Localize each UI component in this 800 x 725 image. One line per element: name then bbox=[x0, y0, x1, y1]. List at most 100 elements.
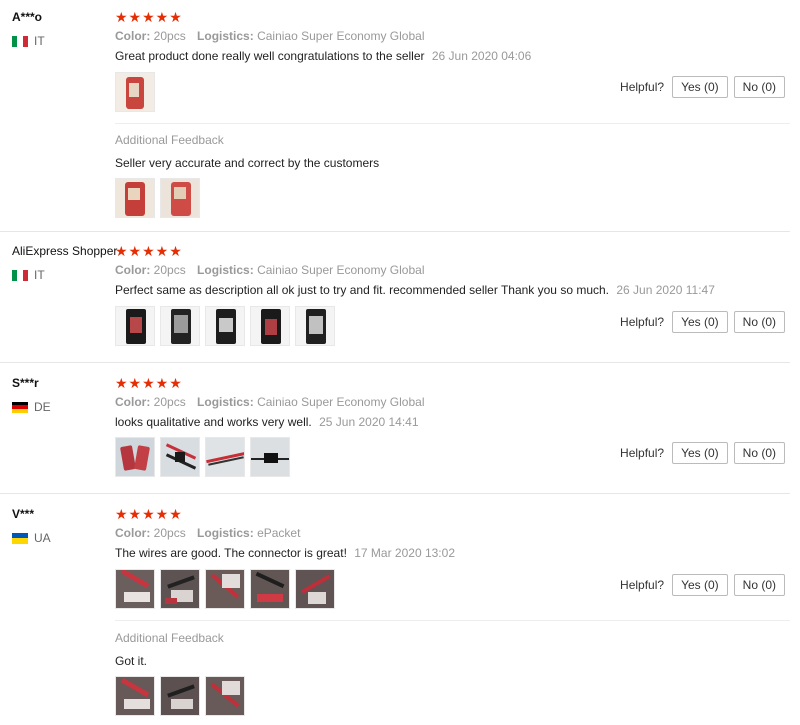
review-photo-thumbnail[interactable] bbox=[295, 569, 335, 609]
logistics-label: Logistics: bbox=[197, 395, 254, 409]
review-photo-thumbnail[interactable] bbox=[160, 437, 200, 477]
reviewer-name: V*** bbox=[12, 507, 35, 521]
country-code: UA bbox=[34, 531, 51, 545]
helpful-no-button[interactable]: No (0) bbox=[733, 442, 785, 464]
review-body: The wires are good. The connector is gre… bbox=[115, 546, 347, 560]
reviewer-country: IT bbox=[12, 268, 112, 282]
helpful-no-button[interactable]: No (0) bbox=[733, 574, 785, 596]
divider bbox=[115, 620, 790, 621]
review-meta: Color: 20pcs Logistics: ePacket bbox=[115, 526, 785, 540]
review-meta: Color: 20pcs Logistics: Cainiao Super Ec… bbox=[115, 395, 785, 409]
review-date: 26 Jun 2020 11:47 bbox=[616, 283, 715, 297]
helpful-vote: Helpful? Yes (0) No (0) bbox=[620, 574, 785, 596]
review-photo-thumbnail[interactable] bbox=[115, 437, 155, 477]
review-text: The wires are good. The connector is gre… bbox=[115, 546, 785, 560]
additional-feedback-content: Additional Feedback Got it. bbox=[115, 631, 785, 716]
helpful-no-button[interactable]: No (0) bbox=[733, 76, 785, 98]
review-content: ★★★★★ Color: 20pcs Logistics: Cainiao Su… bbox=[115, 375, 785, 477]
reviewer-country: IT bbox=[12, 34, 112, 48]
additional-feedback-title: Additional Feedback bbox=[115, 133, 224, 147]
review-body: Great product done really well congratul… bbox=[115, 49, 425, 63]
review-photos bbox=[115, 437, 290, 477]
reviewer-info: S***r DE bbox=[12, 376, 112, 414]
star-rating: ★★★★★ bbox=[115, 243, 183, 259]
country-code: IT bbox=[34, 34, 45, 48]
review-photo-thumbnail[interactable] bbox=[295, 306, 335, 346]
italy-flag-icon bbox=[12, 269, 28, 281]
review-photos bbox=[115, 72, 155, 112]
helpful-yes-button[interactable]: Yes (0) bbox=[672, 76, 728, 98]
germany-flag-icon bbox=[12, 401, 28, 413]
review-photo-thumbnail[interactable] bbox=[205, 569, 245, 609]
color-label: Color: bbox=[115, 263, 151, 277]
color-label: Color: bbox=[115, 395, 151, 409]
logistics-label: Logistics: bbox=[197, 263, 254, 277]
review-photo-thumbnail[interactable] bbox=[160, 306, 200, 346]
review-divider bbox=[0, 231, 790, 232]
helpful-vote: Helpful? Yes (0) No (0) bbox=[620, 76, 785, 98]
review-photo-thumbnail[interactable] bbox=[250, 569, 290, 609]
color-value: 20pcs bbox=[153, 526, 186, 540]
reviewer-info: AliExpress Shopper IT bbox=[12, 244, 118, 282]
review-photo-thumbnail[interactable] bbox=[115, 676, 155, 716]
review-photo-thumbnail[interactable] bbox=[250, 306, 290, 346]
review-photo-thumbnail[interactable] bbox=[160, 676, 200, 716]
helpful-label: Helpful? bbox=[620, 315, 665, 329]
logistics-value: Cainiao Super Economy Global bbox=[257, 395, 425, 409]
helpful-vote: Helpful? Yes (0) No (0) bbox=[620, 311, 785, 333]
review-photo-thumbnail[interactable] bbox=[250, 437, 290, 477]
review-photo-thumbnail[interactable] bbox=[160, 178, 200, 218]
review-photos bbox=[115, 306, 335, 346]
helpful-label: Helpful? bbox=[620, 446, 665, 460]
review-date: 25 Jun 2020 14:41 bbox=[319, 415, 419, 429]
review-photo-thumbnail[interactable] bbox=[205, 437, 245, 477]
review-divider bbox=[0, 493, 790, 494]
logistics-value: Cainiao Super Economy Global bbox=[257, 29, 425, 43]
review-photo-thumbnail[interactable] bbox=[115, 306, 155, 346]
star-rating: ★★★★★ bbox=[115, 375, 183, 391]
star-rating: ★★★★★ bbox=[115, 506, 183, 522]
color-value: 20pcs bbox=[153, 263, 186, 277]
reviewer-country: DE bbox=[12, 400, 112, 414]
review-body: looks qualitative and works very well. bbox=[115, 415, 312, 429]
ukraine-flag-icon bbox=[12, 532, 28, 544]
review-meta: Color: 20pcs Logistics: Cainiao Super Ec… bbox=[115, 263, 785, 277]
additional-feedback-text: Seller very accurate and correct by the … bbox=[115, 156, 380, 170]
review-photo-thumbnail[interactable] bbox=[115, 72, 155, 112]
review-photo-thumbnail[interactable] bbox=[205, 676, 245, 716]
additional-feedback-content: Additional Feedback Seller very accurate… bbox=[115, 133, 785, 218]
additional-photos bbox=[115, 178, 200, 218]
reviewer-country: UA bbox=[12, 531, 112, 545]
color-value: 20pcs bbox=[153, 395, 186, 409]
additional-photos bbox=[115, 676, 245, 716]
review-text: Great product done really well congratul… bbox=[115, 49, 785, 63]
review-photo-thumbnail[interactable] bbox=[115, 569, 155, 609]
reviewer-info: V*** UA bbox=[12, 507, 112, 545]
review-photo-thumbnail[interactable] bbox=[160, 569, 200, 609]
reviewer-name: S***r bbox=[12, 376, 39, 390]
helpful-no-button[interactable]: No (0) bbox=[733, 311, 785, 333]
additional-feedback-text: Got it. bbox=[115, 654, 148, 668]
review-photos bbox=[115, 569, 335, 609]
helpful-yes-button[interactable]: Yes (0) bbox=[672, 574, 728, 596]
review-content: ★★★★★ Color: 20pcs Logistics: ePacket Th… bbox=[115, 506, 785, 609]
review-date: 17 Mar 2020 13:02 bbox=[354, 546, 455, 560]
review-photo-thumbnail[interactable] bbox=[115, 178, 155, 218]
logistics-value: ePacket bbox=[257, 526, 301, 540]
helpful-vote: Helpful? Yes (0) No (0) bbox=[620, 442, 785, 464]
reviewer-info: A***o IT bbox=[12, 10, 112, 48]
color-value: 20pcs bbox=[153, 29, 186, 43]
helpful-yes-button[interactable]: Yes (0) bbox=[672, 442, 728, 464]
reviewer-name: AliExpress Shopper bbox=[12, 244, 118, 258]
logistics-label: Logistics: bbox=[197, 29, 254, 43]
helpful-yes-button[interactable]: Yes (0) bbox=[672, 311, 728, 333]
helpful-label: Helpful? bbox=[620, 578, 665, 592]
review-photo-thumbnail[interactable] bbox=[205, 306, 245, 346]
review-divider bbox=[0, 362, 790, 363]
review-text: Perfect same as description all ok just … bbox=[115, 283, 785, 297]
star-rating: ★★★★★ bbox=[115, 9, 183, 25]
helpful-label: Helpful? bbox=[620, 80, 665, 94]
review-meta: Color: 20pcs Logistics: Cainiao Super Ec… bbox=[115, 29, 785, 43]
review-body: Perfect same as description all ok just … bbox=[115, 283, 610, 297]
color-label: Color: bbox=[115, 526, 151, 540]
